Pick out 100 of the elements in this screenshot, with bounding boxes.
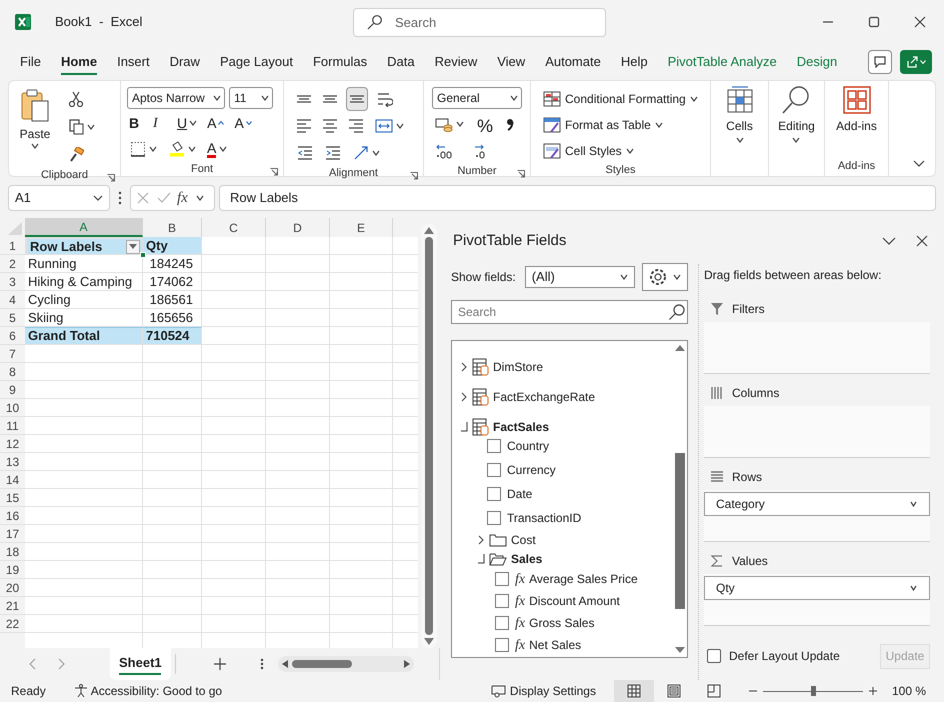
- field-checkbox[interactable]: [487, 463, 501, 477]
- area-field-dropdown[interactable]: Category: [704, 492, 930, 516]
- empty-cell[interactable]: [202, 345, 266, 363]
- field-name[interactable]: Date: [507, 485, 532, 503]
- accessibility-button[interactable]: Accessibility: Good to go: [90, 682, 222, 700]
- expand-icon[interactable]: [460, 362, 468, 372]
- empty-cell[interactable]: [330, 507, 393, 525]
- ribbon-tab[interactable]: Insert: [109, 47, 158, 77]
- drop-area[interactable]: Category: [704, 490, 930, 542]
- value-header-cell[interactable]: Qty: [143, 237, 202, 255]
- row-header[interactable]: 11: [0, 417, 25, 435]
- empty-cell[interactable]: [202, 615, 266, 633]
- empty-cell[interactable]: [330, 363, 393, 381]
- horizontal-scrollbar[interactable]: [278, 656, 414, 672]
- ribbon-tab[interactable]: View: [489, 47, 534, 77]
- empty-cell[interactable]: [266, 381, 330, 399]
- display-settings-button[interactable]: Display Settings: [490, 682, 596, 700]
- row-header[interactable]: 14: [0, 471, 25, 489]
- column-header[interactable]: C: [202, 218, 266, 237]
- italic-button[interactable]: I: [151, 112, 169, 134]
- increase-font-size-button[interactable]: A: [205, 112, 226, 134]
- empty-cell[interactable]: [330, 273, 393, 291]
- more-options-icon[interactable]: [260, 658, 264, 670]
- expand-icon[interactable]: [477, 534, 485, 544]
- empty-cell[interactable]: [330, 561, 393, 579]
- empty-cell[interactable]: [266, 435, 330, 453]
- ribbon-tab[interactable]: PivotTable Analyze: [660, 47, 785, 77]
- row-header[interactable]: 12: [0, 435, 25, 453]
- empty-cell[interactable]: [266, 615, 330, 633]
- empty-cell[interactable]: [143, 543, 202, 561]
- scroll-up-icon[interactable]: [675, 345, 685, 351]
- field-name[interactable]: Currency: [507, 461, 556, 479]
- empty-cell[interactable]: [266, 273, 330, 291]
- empty-cell[interactable]: [143, 399, 202, 417]
- check-icon[interactable]: [157, 192, 171, 204]
- ribbon-tab[interactable]: File: [12, 47, 49, 77]
- empty-cell[interactable]: [143, 615, 202, 633]
- field-checkbox[interactable]: [487, 487, 501, 501]
- empty-cell[interactable]: [266, 327, 330, 345]
- pivot-header-cell[interactable]: Row Labels: [25, 237, 143, 255]
- row-header[interactable]: 13: [0, 453, 25, 471]
- row-label-cell[interactable]: Hiking & Camping: [25, 273, 143, 291]
- drop-area[interactable]: [704, 406, 930, 458]
- caret-icon[interactable]: [882, 237, 896, 245]
- sheet-tab[interactable]: Sheet1: [110, 648, 171, 680]
- scroll-down-icon[interactable]: [675, 647, 685, 653]
- collapse-icon[interactable]: [460, 422, 468, 432]
- number-format-dropdown[interactable]: General: [432, 87, 522, 109]
- empty-cell[interactable]: [202, 435, 266, 453]
- empty-cell[interactable]: [266, 489, 330, 507]
- empty-cell[interactable]: [330, 435, 393, 453]
- drop-area[interactable]: Qty: [704, 574, 930, 626]
- paste-button[interactable]: Paste: [13, 87, 57, 167]
- empty-cell[interactable]: [266, 399, 330, 417]
- collapse-ribbon-icon[interactable]: [913, 160, 925, 168]
- empty-cell[interactable]: [330, 525, 393, 543]
- field-checkbox[interactable]: [495, 638, 509, 652]
- scroll-thumb[interactable]: [675, 453, 685, 609]
- maximize-icon[interactable]: [868, 16, 880, 28]
- grand-total-value-cell[interactable]: 710524: [143, 327, 202, 345]
- empty-cell[interactable]: [330, 615, 393, 633]
- drop-area[interactable]: [704, 322, 930, 374]
- more-options-icon[interactable]: [118, 191, 122, 205]
- empty-cell[interactable]: [266, 507, 330, 525]
- empty-cell[interactable]: [202, 453, 266, 471]
- empty-cell[interactable]: [143, 381, 202, 399]
- row-header[interactable]: 8: [0, 363, 25, 381]
- vertical-scrollbar[interactable]: [421, 224, 437, 648]
- row-header[interactable]: 17: [0, 525, 25, 543]
- row-header[interactable]: 16: [0, 507, 25, 525]
- empty-cell[interactable]: [330, 417, 393, 435]
- ribbon-tab[interactable]: Design: [788, 47, 846, 77]
- name-box[interactable]: A1: [8, 185, 110, 211]
- empty-cell[interactable]: [143, 597, 202, 615]
- bold-button[interactable]: B: [127, 112, 145, 134]
- row-header[interactable]: 9: [0, 381, 25, 399]
- empty-cell[interactable]: [143, 525, 202, 543]
- empty-cell[interactable]: [143, 435, 202, 453]
- measure-name[interactable]: Discount Amount: [529, 592, 620, 610]
- empty-cell[interactable]: [202, 381, 266, 399]
- show-fields-dropdown[interactable]: (All): [524, 266, 635, 288]
- filter-dropdown-button[interactable]: [126, 240, 140, 254]
- empty-cell[interactable]: [330, 453, 393, 471]
- empty-cell[interactable]: [266, 453, 330, 471]
- field-name[interactable]: Country: [507, 437, 550, 455]
- row-header[interactable]: 18: [0, 543, 25, 561]
- value-cell[interactable]: 174062: [143, 273, 202, 291]
- empty-cell[interactable]: [330, 489, 393, 507]
- row-header[interactable]: 4: [0, 291, 25, 309]
- dialog-launcher-icon[interactable]: [517, 170, 525, 178]
- empty-cell[interactable]: [202, 543, 266, 561]
- comments-button[interactable]: [868, 50, 892, 74]
- empty-cell[interactable]: [202, 489, 266, 507]
- cancel-icon[interactable]: [137, 192, 149, 204]
- empty-cell[interactable]: [202, 561, 266, 579]
- empty-cell[interactable]: [330, 309, 393, 327]
- empty-cell[interactable]: [266, 471, 330, 489]
- value-cell[interactable]: 186561: [143, 291, 202, 309]
- row-header[interactable]: 15: [0, 489, 25, 507]
- row-header[interactable]: 19: [0, 561, 25, 579]
